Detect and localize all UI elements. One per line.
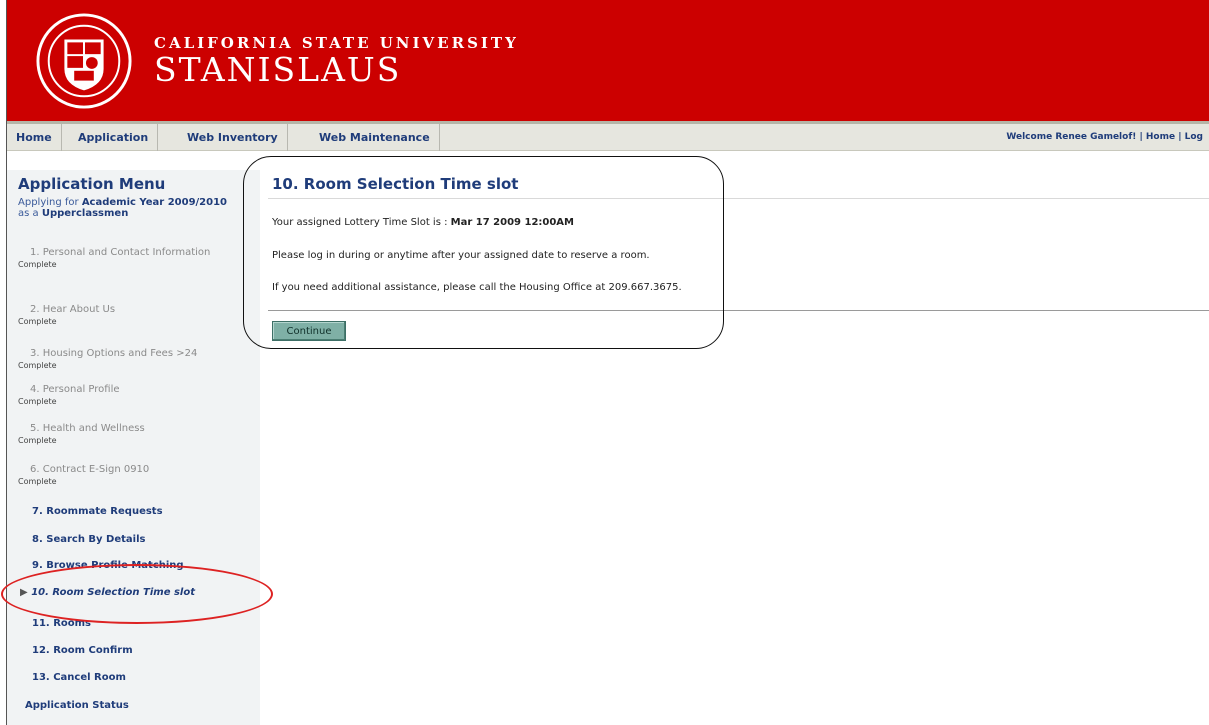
step-label: 4. Personal Profile xyxy=(30,384,120,395)
nav-home[interactable]: Home xyxy=(7,124,62,151)
step-label: 1. Personal and Contact Information xyxy=(30,247,211,258)
applying-prefix: Applying for xyxy=(18,197,82,208)
university-seal-logo xyxy=(36,13,132,109)
as-prefix: as a xyxy=(18,208,42,219)
sidebar-link-room-confirm[interactable]: 12. Room Confirm xyxy=(32,645,133,656)
nav-welcome-links[interactable]: Welcome Renee Gamelof! | Home | Log xyxy=(1006,124,1203,151)
step-label: 3. Housing Options and Fees >24 xyxy=(30,348,198,359)
step-status: Complete xyxy=(18,477,57,486)
university-title: CALIFORNIA STATE UNIVERSITY STANISLAUS xyxy=(154,34,519,87)
step-label: 2. Hear About Us xyxy=(30,304,116,315)
step-status: Complete xyxy=(18,260,57,269)
sidebar: Application Menu Applying for Academic Y… xyxy=(7,170,260,725)
sidebar-link-roommate-requests[interactable]: 7. Roommate Requests xyxy=(32,506,163,517)
step-hear-about-us[interactable]: 2. Hear About Us Complete xyxy=(18,304,260,328)
class-standing: Upperclassmen xyxy=(41,208,129,219)
callout-annotation-box xyxy=(243,156,724,349)
nav-web-maintenance[interactable]: Web Maintenance xyxy=(310,124,440,151)
step-label: 5. Health and Wellness xyxy=(30,423,145,434)
step-label: 6. Contract E-Sign 0910 xyxy=(30,464,150,475)
step-housing-options[interactable]: 3. Housing Options and Fees >24 Complete xyxy=(18,348,260,372)
sidebar-link-cancel-room[interactable]: 13. Cancel Room xyxy=(32,672,126,683)
step-contract-esign[interactable]: 6. Contract E-Sign 0910 Complete xyxy=(18,464,260,488)
step-personal-contact[interactable]: 1. Personal and Contact Information Comp… xyxy=(18,247,260,271)
university-title-main: STANISLAUS xyxy=(154,50,402,89)
step-status: Complete xyxy=(18,317,57,326)
sidebar-title: Application Menu xyxy=(18,175,166,193)
step-personal-profile[interactable]: 4. Personal Profile Complete xyxy=(18,384,260,408)
step-health-wellness[interactable]: 5. Health and Wellness Complete xyxy=(18,423,260,447)
sidebar-link-search-by-details[interactable]: 8. Search By Details xyxy=(32,534,145,545)
nav-application[interactable]: Application xyxy=(69,124,159,151)
step-status: Complete xyxy=(18,361,57,370)
applying-info: Applying for Academic Year 2009/2010 as … xyxy=(18,197,248,219)
step-status: Complete xyxy=(18,397,57,406)
step-status: Complete xyxy=(18,436,57,445)
sidebar-link-application-status[interactable]: Application Status xyxy=(25,700,129,711)
top-navbar: Home Application Web Inventory Web Maint… xyxy=(7,121,1209,151)
academic-year: Academic Year 2009/2010 xyxy=(81,197,228,208)
header-banner: CALIFORNIA STATE UNIVERSITY STANISLAUS xyxy=(7,0,1209,121)
red-highlight-annotation xyxy=(1,564,273,624)
nav-web-inventory[interactable]: Web Inventory xyxy=(178,124,288,151)
